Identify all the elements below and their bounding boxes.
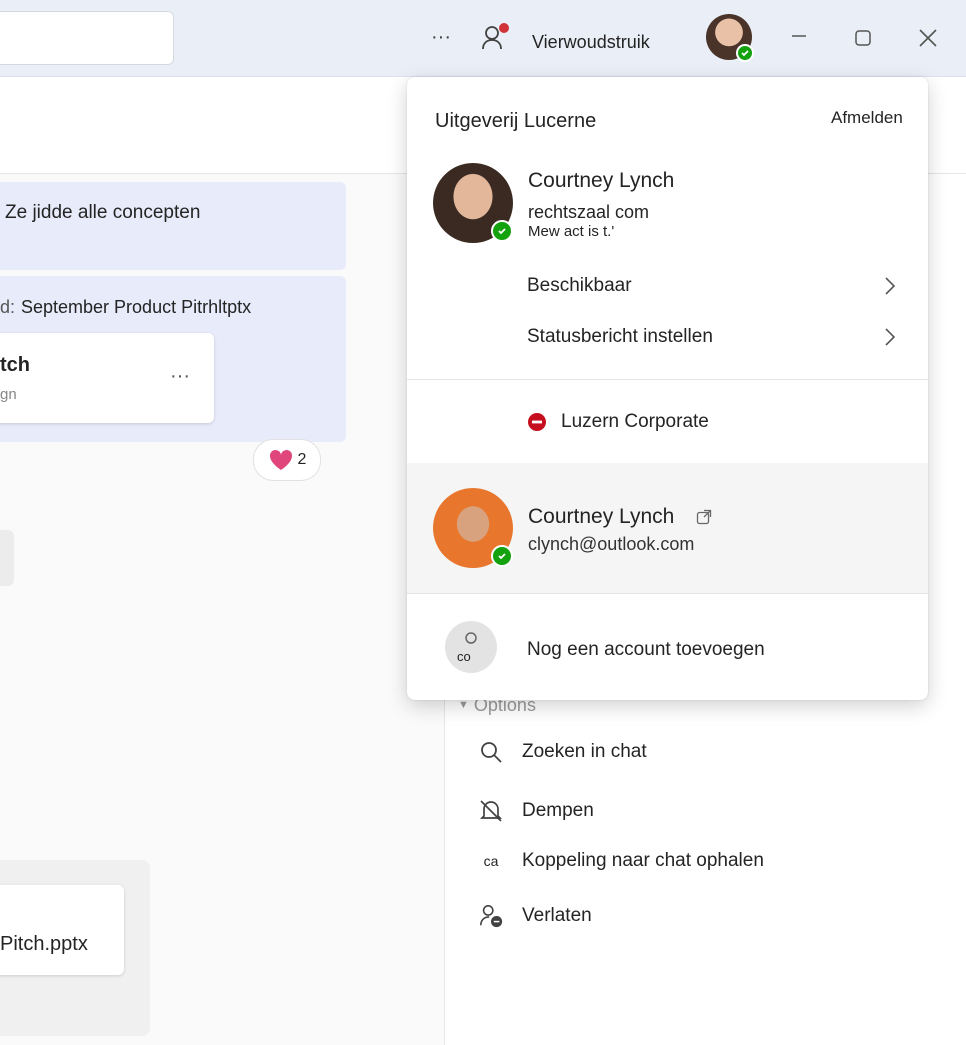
do-not-disturb-icon (528, 413, 546, 431)
secondary-account-name-row: Courtney Lynch (528, 505, 712, 529)
message-text: Ze jidde alle concepten (5, 202, 201, 223)
maximize-button[interactable] (850, 26, 876, 50)
divider (407, 379, 928, 380)
account-menu: Uitgeverij Lucerne Afmelden Courtney Lyn… (407, 77, 928, 700)
org-title: Uitgeverij Lucerne (435, 110, 597, 132)
open-external-icon[interactable] (696, 509, 712, 525)
maximize-icon (855, 30, 871, 46)
option-label: Verlaten (522, 905, 592, 926)
reaction-count: 2 (297, 451, 307, 468)
attachment-subtitle: gn (0, 386, 17, 403)
option-search-in-chat[interactable]: Zoeken in chat (478, 740, 647, 764)
file-name: Pitch.pptx (0, 933, 88, 955)
signout-link[interactable]: Afmelden (831, 108, 903, 128)
option-label: Zoeken in chat (522, 741, 647, 762)
people-notification-button[interactable] (478, 20, 512, 54)
corporate-label: Luzern Corporate (561, 411, 709, 432)
search-icon (481, 742, 502, 763)
title-bar: ··· Vierwoudstruik (0, 0, 966, 77)
attachment-more-button[interactable]: ··· (170, 365, 190, 388)
secondary-account-name: Courtney Lynch (528, 505, 675, 528)
option-get-link[interactable]: ca Koppeling naar chat ophalen (478, 850, 764, 872)
close-icon (919, 29, 937, 47)
link-icon: ca (483, 853, 499, 869)
presence-available-icon (491, 545, 513, 567)
set-status-message-item[interactable]: Statusbericht instellen (527, 326, 897, 348)
more-icon: ··· (431, 25, 451, 48)
primary-account-email: rechtszaal com (528, 202, 650, 222)
message-prefix: d: (0, 297, 16, 317)
corporate-tenant-item[interactable]: Luzern Corporate (527, 411, 709, 433)
search-input[interactable] (0, 11, 174, 65)
attachment-title: tch (0, 354, 30, 376)
message-fragment (0, 530, 14, 586)
option-leave[interactable]: Verlaten (478, 902, 592, 930)
option-label: Dempen (522, 800, 594, 821)
more-options-button[interactable]: ··· (428, 26, 454, 48)
presence-available-icon (491, 220, 513, 242)
org-name: Vierwoudstruik (532, 32, 650, 52)
primary-account-name: Courtney Lynch (528, 169, 675, 192)
caret-down-icon: ▼ (458, 699, 469, 711)
status-available-item[interactable]: Beschikbaar (527, 275, 897, 297)
add-account-avatar: co (445, 621, 497, 673)
minimize-icon (792, 35, 806, 37)
status-message-label: Statusbericht instellen (527, 326, 713, 347)
add-account-button[interactable]: Nog een account toevoegen (527, 639, 765, 661)
secondary-account[interactable]: Courtney Lynch clynch@outlook.com (407, 463, 928, 593)
message-bubble[interactable] (0, 182, 346, 270)
add-account-initials: co (457, 649, 471, 664)
divider (407, 593, 928, 594)
minimize-button[interactable] (786, 26, 812, 46)
person-icon (465, 632, 477, 644)
close-window-button[interactable] (914, 26, 942, 50)
option-label: Koppeling naar chat ophalen (522, 850, 764, 871)
primary-account-note: Mew act is t.' (528, 223, 615, 240)
heart-icon (269, 449, 292, 470)
heart-reaction[interactable]: 2 (253, 439, 321, 481)
mute-bell-icon (479, 800, 503, 822)
chevron-right-icon (885, 277, 896, 295)
attachment-message-text: September Product Pitrhltptx (21, 297, 252, 317)
status-label: Beschikbaar (527, 275, 632, 296)
secondary-account-email: clynch@outlook.com (528, 534, 695, 554)
file-card[interactable] (0, 885, 124, 975)
person-alert-icon (482, 23, 509, 50)
leave-icon (479, 904, 503, 928)
option-mute[interactable]: Dempen (478, 798, 594, 824)
presence-available-icon (736, 44, 754, 62)
chevron-right-icon (885, 328, 896, 346)
